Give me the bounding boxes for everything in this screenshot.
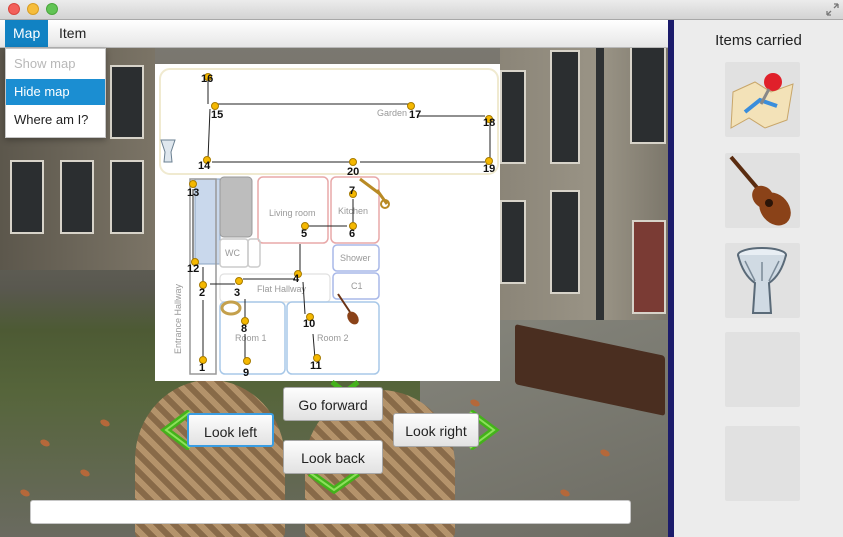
guitar-icon [729,155,791,226]
room-label-entrance-hallway: Entrance Hallway [173,283,183,354]
menu-where-am-i[interactable]: Where am I? [6,107,105,133]
zoom-window-button[interactable] [46,3,58,15]
room-label-shower: Shower [340,253,371,263]
item-slot-5[interactable] [725,426,800,501]
menu-bar: Map Item [0,20,668,48]
node-label: 17 [409,109,421,121]
room-label-room1: Room 1 [235,333,267,343]
node-label: 20 [347,166,359,178]
node-label: 7 [349,185,355,197]
node-label: 10 [303,318,315,330]
look-left-button[interactable]: Look left [187,413,274,447]
menu-show-map: Show map [14,56,76,71]
floor-map: Garden Living room Kitchen WC Shower C1 … [155,64,500,381]
menu-item[interactable]: Item [51,20,94,47]
node-label: 1 [199,362,205,374]
stair-grey [219,176,253,238]
menu-map[interactable]: Map [5,20,49,47]
wc2 [247,238,261,268]
node-label: 9 [243,367,249,379]
map-tambourine-icon [220,300,242,316]
map-menu-dropdown: Show map Hide map Where am I? [5,48,106,138]
node-label: 11 [310,360,322,372]
node-label: 16 [201,73,213,85]
room-label-room2: Room 2 [317,333,349,343]
close-window-button[interactable] [8,3,20,15]
window-titlebar [0,0,843,20]
node-label: 6 [349,228,355,240]
room-label-living: Living room [269,208,316,218]
items-sidebar: Items carried [674,20,843,537]
menu-hide-map[interactable]: Hide map [6,79,105,105]
item-slot-2[interactable] [725,153,800,228]
items-carried-title: Items carried [715,32,802,49]
node-label: 13 [187,187,199,199]
node-label: 15 [211,109,223,121]
node-label: 2 [199,287,205,299]
room-label-flat-hallway: Flat Hallway [257,284,307,294]
node-label: 3 [234,287,240,299]
node-label: 4 [293,273,300,285]
node-label: 5 [301,228,307,240]
room-label-wc: WC [225,248,240,258]
node-label: 14 [198,160,211,172]
building-right [500,20,668,330]
map-icon [730,73,794,129]
item-slot-3[interactable] [725,243,800,318]
go-forward-button[interactable]: Go forward [283,387,383,421]
item-slot-1[interactable] [725,62,800,137]
fullscreen-icon[interactable] [826,3,839,16]
minimize-window-button[interactable] [27,3,39,15]
node-label: 8 [241,323,247,335]
drum-icon [737,247,787,314]
look-back-button[interactable]: Look back [283,440,383,474]
look-right-button[interactable]: Look right [393,413,479,447]
map-trumpet-icon [359,177,390,209]
node-label: 12 [187,263,199,275]
room-label-garden: Garden [377,108,407,118]
message-field[interactable] [30,500,631,524]
node-label: 19 [483,163,495,175]
item-slot-4[interactable] [725,332,800,407]
room-label-c1: C1 [351,281,363,291]
map-drum-icon [160,139,176,163]
node-label: 18 [483,117,495,129]
